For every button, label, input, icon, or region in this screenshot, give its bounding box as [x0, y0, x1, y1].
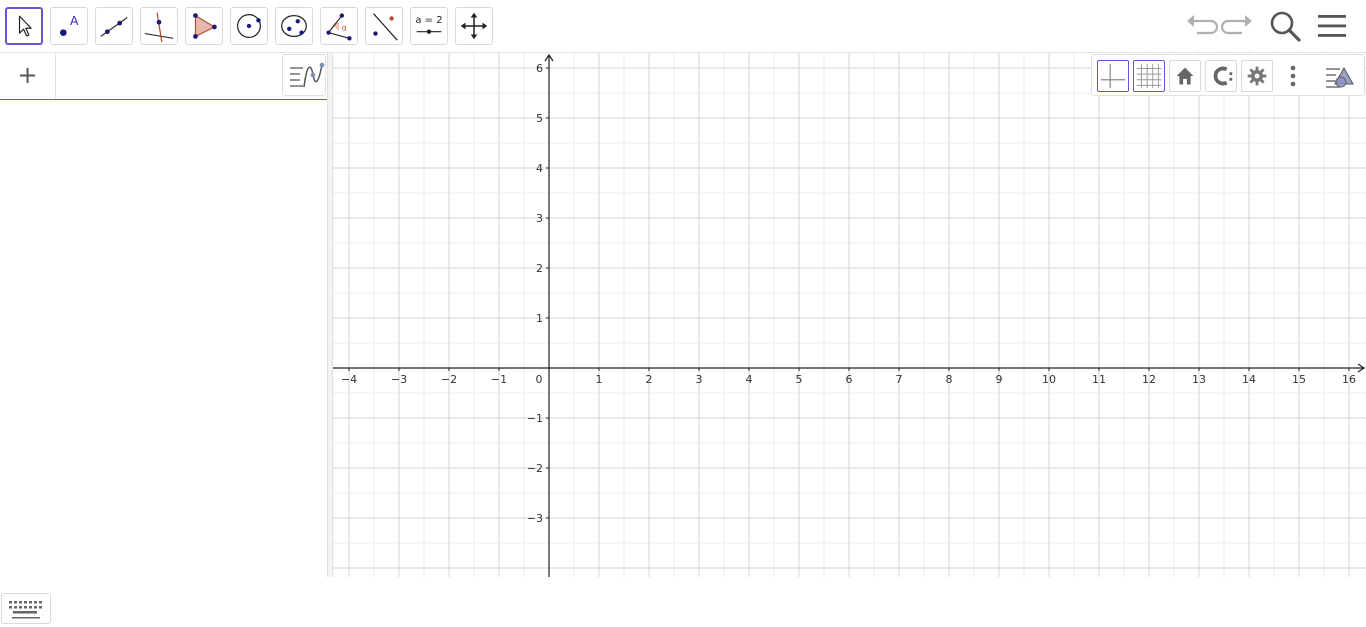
reflect-line-icon: [373, 13, 398, 41]
search-button[interactable]: [1267, 8, 1303, 44]
toggle-axes-button[interactable]: [1097, 60, 1129, 92]
y-tick-label: 5: [536, 112, 543, 125]
axes-icon: [1100, 63, 1126, 89]
algebra-style-icon: [290, 62, 325, 88]
view-menu-icon: [1326, 66, 1354, 88]
tool-angle-button[interactable]: α: [320, 7, 358, 45]
redo-icon: [1220, 15, 1252, 35]
x-tick-label: 7: [896, 373, 903, 386]
point-tool-glyph: A: [70, 14, 79, 28]
x-tick-label: −3: [391, 373, 407, 386]
angle-tool-glyph: α: [342, 24, 347, 33]
home-icon: [1176, 67, 1194, 85]
angle-icon: α: [326, 13, 352, 41]
algebra-input-row[interactable]: +: [0, 53, 327, 100]
algebra-view: +: [0, 53, 327, 624]
line-icon: [100, 16, 128, 37]
menu-icon: [1318, 15, 1346, 37]
coordinate-grid[interactable]: −4 −3 −2 −1 0 1 2 3 4 5 6 7 8 9 10 11 12 13 14 15 16123456−1…: [333, 53, 1366, 577]
graphics-view[interactable]: −4 −3 −2 −1 0 1 2 3 4 5 6 7 8 9 10 11 12 13 14 15 16 1 2 3 4 5 6 −1…: [333, 53, 1366, 577]
y-tick-label: −1: [527, 412, 543, 425]
undo-icon: [1187, 15, 1219, 35]
x-tick-label: 11: [1092, 373, 1106, 386]
algebra-style-button[interactable]: [282, 54, 326, 96]
tool-move-graphics-button[interactable]: [455, 7, 493, 45]
x-tick-label: 13: [1192, 373, 1206, 386]
y-tick-label: 4: [536, 162, 543, 175]
x-tick-label: 12: [1142, 373, 1156, 386]
point-icon: A: [60, 14, 79, 36]
tool-point-button[interactable]: A: [50, 7, 88, 45]
label-style-button[interactable]: [1205, 60, 1237, 92]
main-menu-button[interactable]: [1314, 8, 1350, 44]
move-graphics-icon: [460, 12, 488, 40]
x-tick-label: 14: [1242, 373, 1256, 386]
x-tick-label: 5: [796, 373, 803, 386]
tool-ellipse-button[interactable]: [275, 7, 313, 45]
view-menu-button[interactable]: [1323, 60, 1355, 92]
ellipse-icon: [281, 14, 307, 38]
move-arrow-icon: [18, 15, 32, 37]
add-input-button[interactable]: +: [0, 53, 56, 99]
x-tick-label: 3: [696, 373, 703, 386]
keyboard-icon: [9, 601, 42, 619]
tool-line-button[interactable]: [95, 7, 133, 45]
slider-icon: [416, 29, 442, 34]
x-tick-label: 0: [536, 373, 543, 386]
x-tick-label: 1: [596, 373, 603, 386]
x-tick-label: 10: [1042, 373, 1056, 386]
x-tick-label: −4: [341, 373, 357, 386]
y-tick-label: 3: [536, 212, 543, 225]
main-toolbar: A α a = 2: [0, 0, 1366, 53]
y-tick-label: 2: [536, 262, 543, 275]
search-icon: [1270, 11, 1301, 42]
perpendicular-line-icon: [144, 12, 174, 43]
tool-reflect-button[interactable]: [365, 7, 403, 45]
x-tick-label: −1: [491, 373, 507, 386]
more-vertical-icon: [1290, 65, 1296, 87]
y-tick-label: −2: [527, 462, 543, 475]
y-tick-label: 6: [536, 62, 543, 75]
x-tick-label: 15: [1292, 373, 1306, 386]
gear-icon: [1247, 66, 1267, 86]
redo-button[interactable]: [1220, 8, 1256, 44]
undo-button[interactable]: [1183, 8, 1219, 44]
tool-slider-button[interactable]: a = 2: [410, 7, 448, 45]
x-tick-label: 6: [846, 373, 853, 386]
tool-polygon-button[interactable]: [185, 7, 223, 45]
graphics-style-bar: [1091, 54, 1365, 96]
x-tick-label: 9: [996, 373, 1003, 386]
more-options-button[interactable]: [1277, 60, 1309, 92]
polygon-icon: [193, 13, 217, 39]
keyboard-button[interactable]: [1, 593, 51, 624]
graphics-settings-button[interactable]: [1241, 60, 1273, 92]
y-tick-label: −3: [527, 512, 543, 525]
x-tick-label: 2: [646, 373, 653, 386]
x-tick-label: 8: [946, 373, 953, 386]
x-tick-label: −2: [441, 373, 457, 386]
toggle-grid-button[interactable]: [1133, 60, 1165, 92]
x-tick-label: 16: [1342, 373, 1356, 386]
tool-circle-button[interactable]: [230, 7, 268, 45]
circle-icon: [237, 14, 261, 38]
tool-perpendicular-button[interactable]: [140, 7, 178, 45]
y-tick-label: 1: [536, 312, 543, 325]
label-icon: [1213, 66, 1233, 86]
standard-view-button[interactable]: [1169, 60, 1201, 92]
grid-icon: [1136, 63, 1162, 89]
x-tick-label: 4: [746, 373, 753, 386]
tool-move-button[interactable]: [5, 7, 43, 45]
